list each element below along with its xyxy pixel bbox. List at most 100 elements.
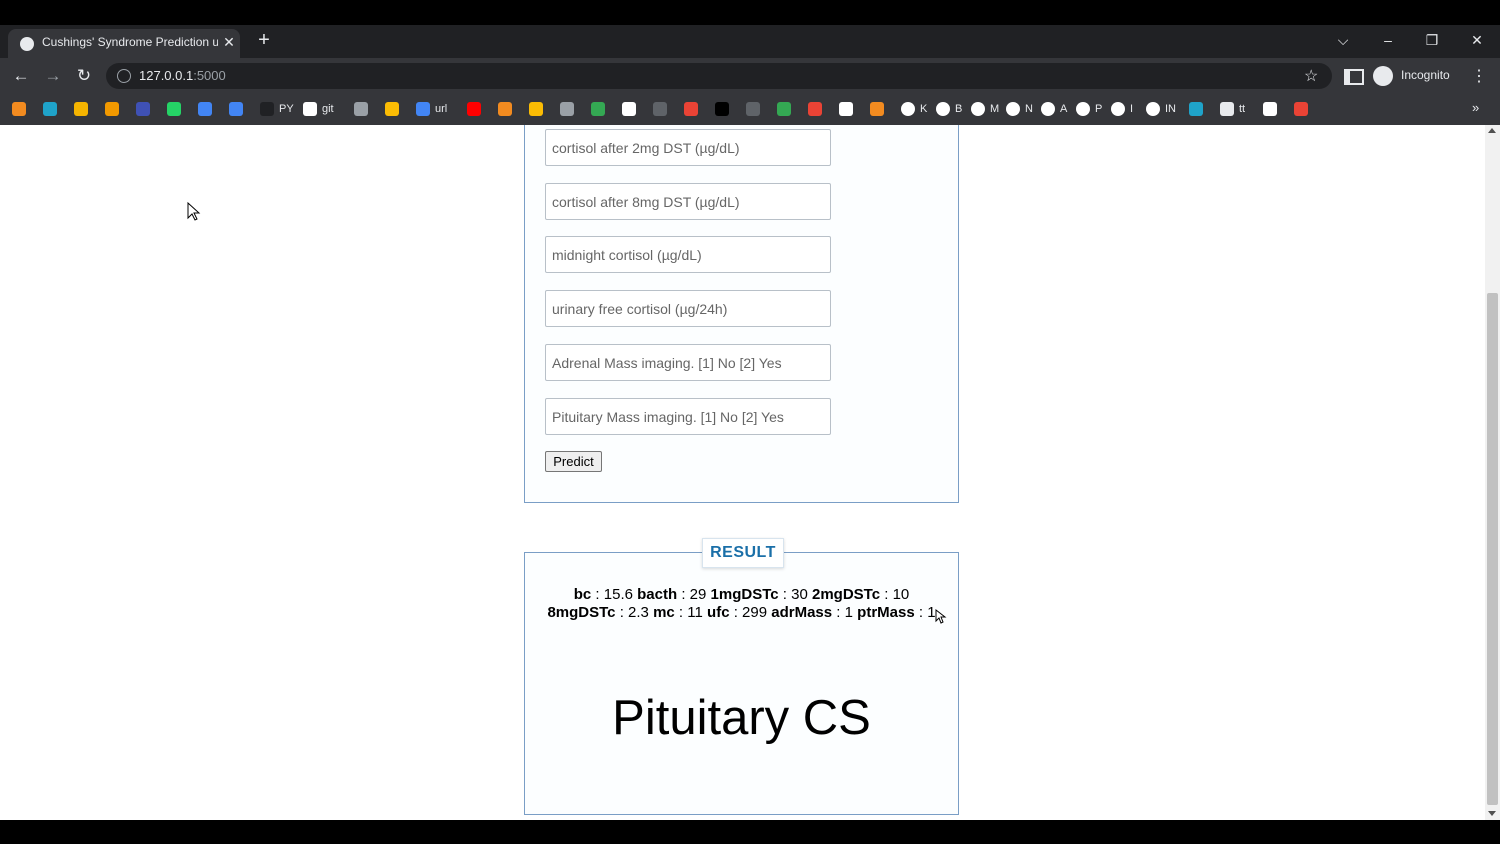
bookmark-favicon-icon <box>1006 102 1020 116</box>
more-bookmarks-icon[interactable]: » <box>1472 100 1479 115</box>
bookmark-item[interactable] <box>385 100 399 118</box>
bookmark-item[interactable] <box>198 100 212 118</box>
tab-search-icon[interactable]: ⌵ <box>1333 30 1353 50</box>
bookmark-item[interactable] <box>591 100 605 118</box>
result-value: 29 <box>689 586 707 603</box>
back-button[interactable]: ← <box>10 66 32 86</box>
bookmark-item[interactable] <box>1189 100 1203 118</box>
prediction-text: Pituitary CS <box>612 691 871 745</box>
mouse-pointer-icon <box>935 608 947 624</box>
bookmark-label: A <box>1060 103 1068 115</box>
browser-tab[interactable]: Cushings' Syndrome Prediction u ✕ <box>8 29 240 58</box>
result-key: bc <box>573 586 592 603</box>
bookmark-item[interactable] <box>1294 100 1308 118</box>
bookmark-label: B <box>955 103 963 115</box>
midnight-cortisol-input[interactable] <box>545 236 831 273</box>
minimize-button[interactable]: – <box>1378 30 1398 50</box>
input-form: Predict <box>524 125 959 503</box>
bookmark-item[interactable] <box>684 100 698 118</box>
bookmark-favicon-icon <box>105 102 119 116</box>
bookmark-item[interactable]: git <box>303 100 334 118</box>
bookmark-item[interactable]: P <box>1076 100 1102 118</box>
bookmark-item[interactable]: I <box>1111 100 1133 118</box>
result-value: 10 <box>892 586 910 603</box>
bookmark-item[interactable] <box>560 100 574 118</box>
bookmark-favicon-icon <box>870 102 884 116</box>
bookmark-item[interactable]: A <box>1041 100 1067 118</box>
bookmark-item[interactable]: N <box>1006 100 1033 118</box>
bookmark-item[interactable] <box>136 100 150 118</box>
bookmark-item[interactable] <box>467 100 481 118</box>
bookmark-item[interactable] <box>529 100 543 118</box>
reload-button[interactable]: ↻ <box>73 66 95 86</box>
bookmark-item[interactable] <box>43 100 57 118</box>
bookmark-label: I <box>1130 103 1134 115</box>
bookmark-item[interactable] <box>74 100 88 118</box>
pituitary-mass-input[interactable] <box>545 398 831 435</box>
bookmark-item[interactable] <box>653 100 667 118</box>
bookmark-item[interactable] <box>622 100 636 118</box>
bookmark-favicon-icon <box>777 102 791 116</box>
address-bar[interactable]: 127.0.0.1:5000 ☆ <box>106 63 1332 89</box>
bookmark-item[interactable]: tt <box>1220 100 1245 118</box>
bookmark-label: K <box>920 103 928 115</box>
bookmark-item[interactable]: K <box>901 100 927 118</box>
url-text: 127.0.0.1:5000 <box>139 68 226 83</box>
forward-button[interactable]: → <box>42 66 64 86</box>
adrenal-mass-input[interactable] <box>545 344 831 381</box>
bookmark-favicon-icon <box>1146 102 1160 116</box>
bookmark-item[interactable]: M <box>971 100 999 118</box>
screen-bottom-border <box>0 820 1500 844</box>
bookmark-item[interactable] <box>229 100 243 118</box>
site-info-icon[interactable] <box>117 69 131 83</box>
cortisol-8mg-dst-input[interactable] <box>545 183 831 220</box>
bookmark-item[interactable] <box>777 100 791 118</box>
result-key: 1mgDSTc <box>710 586 779 603</box>
bookmark-item[interactable] <box>839 100 853 118</box>
scrollbar-thumb[interactable] <box>1487 293 1498 805</box>
incognito-label[interactable]: Incognito <box>1401 68 1450 82</box>
bookmark-favicon-icon <box>746 102 760 116</box>
bookmark-star-icon[interactable]: ☆ <box>1304 66 1318 86</box>
bookmark-item[interactable] <box>1263 100 1277 118</box>
urinary-free-cortisol-input[interactable] <box>545 290 831 327</box>
mouse-pointer-icon <box>187 201 201 221</box>
result-panel: RESULT bc : 15.6 bacth : 29 1mgDSTc : 30… <box>524 538 959 815</box>
bookmark-item[interactable]: url <box>416 100 447 118</box>
restore-button[interactable]: ❐ <box>1422 30 1442 50</box>
bookmark-favicon-icon <box>385 102 399 116</box>
bookmark-favicon-icon <box>808 102 822 116</box>
bookmark-item[interactable]: B <box>936 100 962 118</box>
bookmark-item[interactable] <box>105 100 119 118</box>
close-window-button[interactable]: ✕ <box>1467 30 1487 50</box>
bookmark-label: git <box>322 103 334 115</box>
browser-menu-icon[interactable]: ⋮ <box>1471 66 1487 86</box>
cortisol-2mg-dst-input[interactable] <box>545 129 831 166</box>
bookmark-favicon-icon <box>354 102 368 116</box>
bookmark-item[interactable] <box>167 100 181 118</box>
side-panel-icon[interactable] <box>1344 69 1364 85</box>
incognito-icon[interactable] <box>1373 66 1393 86</box>
result-values: bc : 15.6 bacth : 29 1mgDSTc : 30 2mgDST… <box>547 586 936 621</box>
bookmark-item[interactable] <box>746 100 760 118</box>
bookmark-item[interactable] <box>715 100 729 118</box>
bookmark-item[interactable] <box>354 100 368 118</box>
result-key: bacth <box>637 586 678 603</box>
bookmark-favicon-icon <box>936 102 950 116</box>
vertical-scrollbar[interactable] <box>1485 125 1500 820</box>
bookmark-item[interactable] <box>870 100 884 118</box>
scroll-up-arrow-icon[interactable] <box>1488 128 1496 133</box>
bookmark-favicon-icon <box>1076 102 1090 116</box>
close-tab-icon[interactable]: ✕ <box>221 34 237 50</box>
new-tab-button[interactable]: + <box>254 30 274 50</box>
bookmark-item[interactable] <box>498 100 512 118</box>
scroll-down-arrow-icon[interactable] <box>1488 811 1496 816</box>
bookmark-favicon-icon <box>901 102 915 116</box>
bookmark-favicon-icon <box>715 102 729 116</box>
bookmark-item[interactable] <box>808 100 822 118</box>
predict-button[interactable]: Predict <box>545 451 602 472</box>
bookmark-favicon-icon <box>416 102 430 116</box>
bookmark-item[interactable] <box>12 100 26 118</box>
bookmark-item[interactable]: PY <box>260 100 294 118</box>
bookmark-item[interactable]: IN <box>1146 100 1176 118</box>
